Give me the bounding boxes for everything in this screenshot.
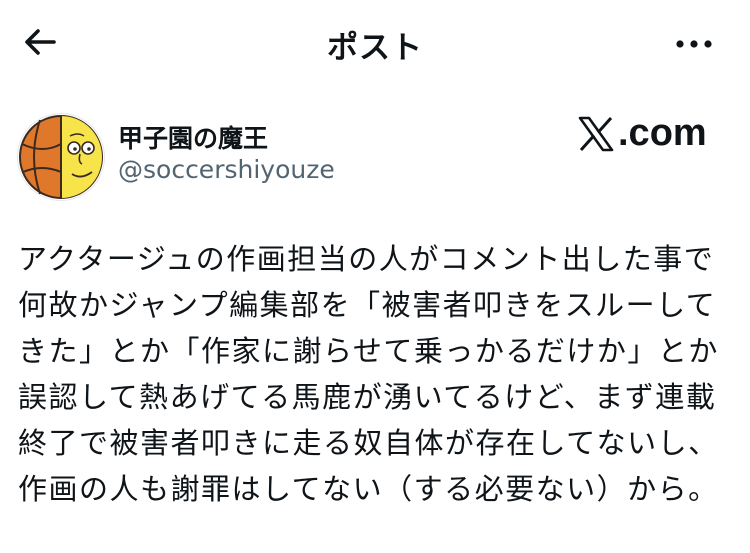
source-domain-label: .com bbox=[618, 112, 707, 154]
avatar[interactable] bbox=[17, 113, 105, 201]
basketball-face-avatar bbox=[18, 114, 104, 200]
post-text-line: アクタージュの作画担当の人がコメント出した事で bbox=[18, 242, 715, 276]
post-text-line: 誤認して熱あげてる馬鹿が湧いてるけど、まず連載 bbox=[18, 380, 717, 414]
author-handle[interactable]: @soccershiyouze bbox=[118, 155, 335, 184]
post-text-line: 終了で被害者叩きに走る奴自体が存在してないし、 bbox=[18, 426, 719, 460]
post-text-line: きた」とか「作家に謝らせて乗っかるだけか」とか bbox=[18, 334, 719, 368]
author-name[interactable]: 甲子園の魔王 bbox=[118, 119, 268, 155]
post-text: アクタージュの作画担当の人がコメント出した事で 何故かジャンプ編集部を「被害者叩… bbox=[18, 236, 738, 512]
x-logo-icon bbox=[578, 116, 614, 151]
more-options-button[interactable] bbox=[664, 24, 724, 64]
page-title: ポスト bbox=[327, 30, 423, 66]
post-text-line: 何故かジャンプ編集部を「被害者叩きをスルーして bbox=[18, 288, 717, 322]
more-horizontal-icon bbox=[676, 40, 712, 48]
top-bar: ポスト bbox=[0, 0, 750, 86]
source-logo: .com bbox=[576, 112, 707, 155]
post-text-line: 作画の人も謝罪はしてない（する必要ない）から。 bbox=[18, 472, 719, 506]
